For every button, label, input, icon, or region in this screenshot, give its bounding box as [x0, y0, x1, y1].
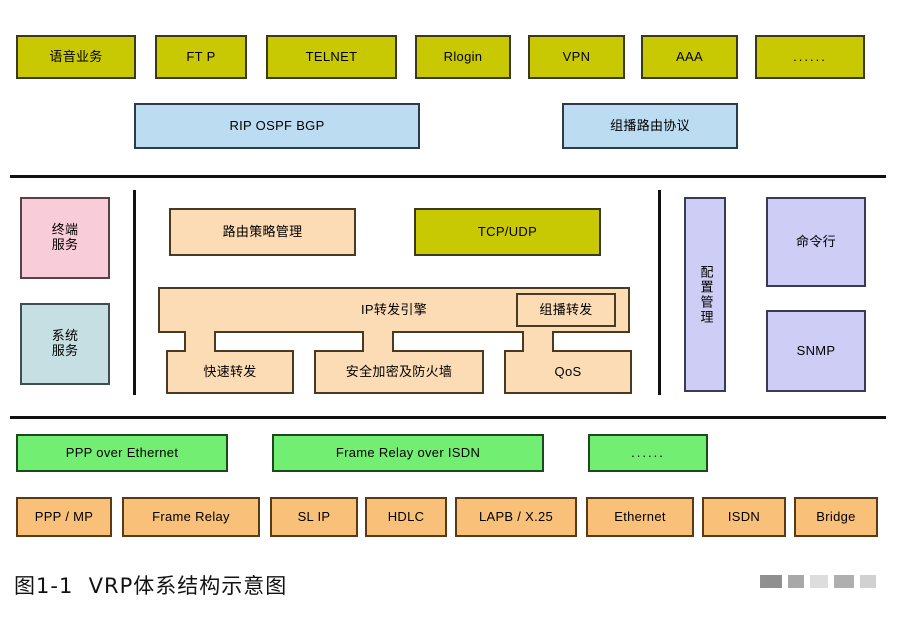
link-layer-box-ppp-mp: PPP / MP [16, 497, 112, 537]
tab-seam-1 [364, 331, 392, 334]
vertical-divider-0 [133, 190, 136, 395]
connector-tab-1 [362, 331, 394, 352]
link-layer-box-isdn-label: ISDN [727, 508, 761, 524]
link-layer-box-sl-ip-label: SL IP [297, 508, 331, 524]
vertical-divider-1 [658, 190, 661, 395]
service-box-0-label: 终端 服务 [51, 222, 79, 252]
child-seam-0 [186, 350, 214, 353]
forwarding-child-box-2-label: QoS [554, 363, 582, 379]
link-layer-box-bridge-label: Bridge [816, 508, 856, 524]
forwarding-child-box-0: 快速转发 [166, 350, 294, 394]
app-box-item-label: 语音业务 [49, 48, 103, 64]
connector-tab-2 [522, 331, 554, 352]
service-box-1-label: 系统 服务 [51, 328, 79, 358]
link-over-box-frame-relay-over-isdn-label: Frame Relay over ISDN [335, 444, 481, 460]
app-box-aaa-label: AAA [676, 48, 703, 64]
management-box-0: 配置管理 [684, 197, 726, 392]
multicast-forwarding-box-label: 组播转发 [539, 301, 593, 317]
tcp-udp-box: TCP/UDP [414, 208, 601, 256]
management-box-1: 命令行 [766, 197, 866, 287]
management-box-1-label: 命令行 [796, 233, 836, 249]
app-box-ft-p: FT P [155, 35, 247, 79]
routing-protocol-box-1: 组播路由协议 [562, 103, 738, 149]
watermark-block-2 [810, 575, 828, 588]
link-layer-box-lapb-x-25-label: LAPB / X.25 [478, 508, 554, 524]
ip-forwarding-engine-box-label: IP转发引擎 [360, 301, 428, 317]
routing-protocol-box-0-label: RIP OSPF BGP [229, 117, 325, 133]
watermark-block-4 [860, 575, 876, 588]
link-layer-box-frame-relay-label: Frame Relay [152, 508, 230, 524]
figure-caption: 图1-1 VRP体系结构示意图 [14, 574, 288, 598]
forwarding-child-box-0-label: 快速转发 [203, 363, 257, 379]
link-over-box-frame-relay-over-isdn: Frame Relay over ISDN [272, 434, 544, 472]
app-box-rlogin-label: Rlogin [443, 48, 483, 64]
forwarding-child-box-1-label: 安全加密及防火墙 [345, 363, 453, 379]
link-layer-box-sl-ip: SL IP [270, 497, 358, 537]
app-box-vpn: VPN [528, 35, 625, 79]
app-box-ft-p-label: FT P [186, 48, 216, 64]
tab-seam-0 [186, 331, 214, 334]
watermark-block-0 [760, 575, 782, 588]
link-layer-box-isdn: ISDN [702, 497, 786, 537]
link-layer-box-ppp-mp-label: PPP / MP [34, 508, 94, 524]
app-box-aaa: AAA [641, 35, 738, 79]
horizontal-divider-0 [10, 175, 886, 178]
routing-protocol-box-0: RIP OSPF BGP [134, 103, 420, 149]
link-layer-box-hdlc-label: HDLC [387, 508, 425, 524]
management-box-0-label: 配置管理 [698, 264, 714, 325]
app-box-item: 语音业务 [16, 35, 136, 79]
link-layer-box-ethernet: Ethernet [586, 497, 694, 537]
service-box-0: 终端 服务 [20, 197, 110, 279]
tab-seam-2 [524, 331, 552, 334]
multicast-forwarding-box: 组播转发 [516, 293, 616, 327]
watermark-block-1 [788, 575, 804, 588]
link-layer-box-lapb-x-25: LAPB / X.25 [455, 497, 577, 537]
management-box-2-label: SNMP [796, 342, 836, 358]
connector-tab-0 [184, 331, 216, 352]
watermark-block-3 [834, 575, 854, 588]
link-layer-box-hdlc: HDLC [365, 497, 447, 537]
link-over-box-ppp-over-ethernet-label: PPP over Ethernet [65, 444, 179, 460]
link-layer-box-ethernet-label: Ethernet [614, 508, 666, 524]
app-box-vpn-label: VPN [562, 48, 591, 64]
link-over-box-item-label: ...... [631, 444, 665, 460]
routing-protocol-box-1-label: 组播路由协议 [610, 117, 690, 133]
app-box-item-label: ...... [793, 48, 827, 64]
link-over-box-ppp-over-ethernet: PPP over Ethernet [16, 434, 228, 472]
management-box-2: SNMP [766, 310, 866, 392]
horizontal-divider-1 [10, 416, 886, 419]
route-policy-box-label: 路由策略管理 [222, 223, 303, 239]
link-layer-box-frame-relay: Frame Relay [122, 497, 260, 537]
app-box-item: ...... [755, 35, 865, 79]
route-policy-box: 路由策略管理 [169, 208, 356, 256]
app-box-telnet: TELNET [266, 35, 397, 79]
link-over-box-item: ...... [588, 434, 708, 472]
service-box-1: 系统 服务 [20, 303, 110, 385]
forwarding-child-box-2: QoS [504, 350, 632, 394]
link-layer-box-bridge: Bridge [794, 497, 878, 537]
tcp-udp-box-label: TCP/UDP [477, 223, 538, 239]
figure-canvas: 语音业务 FT P TELNET Rlogin VPN AAA...... RIP OSP… [0, 0, 900, 631]
app-box-rlogin: Rlogin [415, 35, 511, 79]
watermark-redacted [760, 575, 876, 588]
child-seam-2 [524, 350, 552, 353]
app-box-telnet-label: TELNET [305, 48, 358, 64]
forwarding-child-box-1: 安全加密及防火墙 [314, 350, 484, 394]
child-seam-1 [364, 350, 392, 353]
